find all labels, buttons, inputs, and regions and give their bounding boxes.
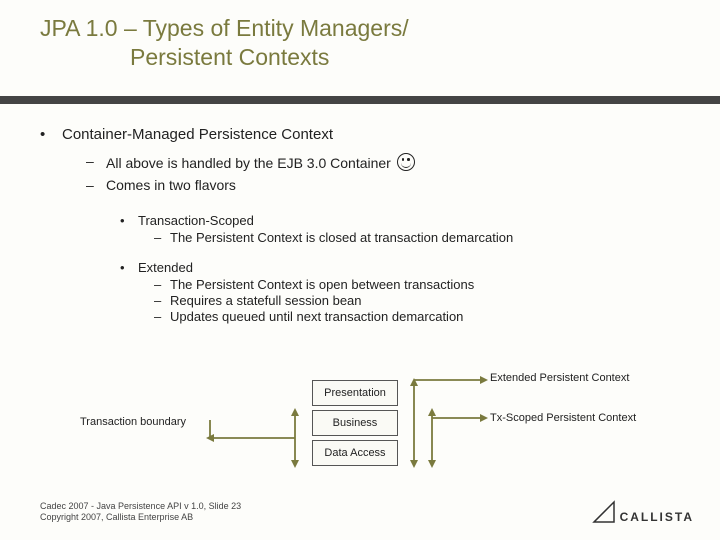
bullet-marker: • — [120, 213, 138, 228]
transaction-boundary-label: Transaction boundary — [80, 416, 186, 428]
flavor-head: Extended — [138, 260, 193, 275]
flavor-detail: – The Persistent Context is open between… — [154, 277, 690, 292]
logo-icon — [592, 500, 616, 524]
data-access-box: Data Access — [312, 440, 398, 466]
business-box: Business — [312, 410, 398, 436]
footer-line-2: Copyright 2007, Callista Enterprise AB — [40, 512, 241, 524]
sub-text: All above is handled by the EJB 3.0 Cont… — [106, 155, 391, 171]
bullet-marker: • — [40, 126, 62, 143]
presentation-box: Presentation — [312, 380, 398, 406]
sub-bullet: – Comes in two flavors — [86, 177, 690, 193]
flavor-detail: – The Persistent Context is closed at tr… — [154, 230, 690, 245]
slide-footer: Cadec 2007 - Java Persistence API v 1.0,… — [40, 501, 241, 524]
layer-boxes: Presentation Business Data Access — [312, 380, 398, 470]
bullet-marker: • — [120, 260, 138, 275]
flavor-detail-text: The Persistent Context is open between t… — [170, 277, 474, 292]
callista-logo: CALLISTA — [592, 500, 694, 524]
dash-marker: – — [154, 277, 170, 292]
flavor-list: • Transaction-Scoped – The Persistent Co… — [120, 199, 690, 324]
flavor-detail-text: Updates queued until next transaction de… — [170, 309, 463, 324]
content-area: • Container-Managed Persistence Context … — [40, 120, 690, 325]
txscoped-context-label: Tx-Scoped Persistent Context — [490, 412, 636, 424]
title-line-2: Persistent Contexts — [40, 43, 680, 72]
bullet-text: Container-Managed Persistence Context — [62, 126, 333, 143]
sub-bullets: – All above is handled by the EJB 3.0 Co… — [86, 153, 690, 193]
title-divider — [0, 96, 720, 104]
extended-context-label: Extended Persistent Context — [490, 372, 629, 384]
dash-marker: – — [86, 177, 106, 193]
title-line-1: JPA 1.0 – Types of Entity Managers/ — [40, 14, 680, 43]
flavor-detail: – Requires a statefull session bean — [154, 293, 690, 308]
diagram: Transaction boundary Presentation Busine… — [40, 376, 690, 496]
footer-line-1: Cadec 2007 - Java Persistence API v 1.0,… — [40, 501, 241, 513]
smiley-icon — [397, 153, 415, 171]
sub-bullet: – All above is handled by the EJB 3.0 Co… — [86, 153, 690, 171]
flavor-head: Transaction-Scoped — [138, 213, 254, 228]
slide: JPA 1.0 – Types of Entity Managers/ Pers… — [0, 0, 720, 540]
bullet-level-1: • Container-Managed Persistence Context — [40, 126, 690, 143]
dash-marker: – — [86, 153, 106, 171]
dash-marker: – — [154, 230, 170, 245]
flavor-detail-text: Requires a statefull session bean — [170, 293, 362, 308]
flavor-detail: – Updates queued until next transaction … — [154, 309, 690, 324]
flavor-item: • Transaction-Scoped — [120, 213, 690, 228]
dash-marker: – — [154, 293, 170, 308]
flavor-detail-text: The Persistent Context is closed at tran… — [170, 230, 513, 245]
flavor-item: • Extended — [120, 260, 690, 275]
brand-text: CALLISTA — [620, 510, 694, 524]
sub-text: Comes in two flavors — [106, 177, 236, 193]
slide-title: JPA 1.0 – Types of Entity Managers/ Pers… — [40, 14, 680, 72]
dash-marker: – — [154, 309, 170, 324]
